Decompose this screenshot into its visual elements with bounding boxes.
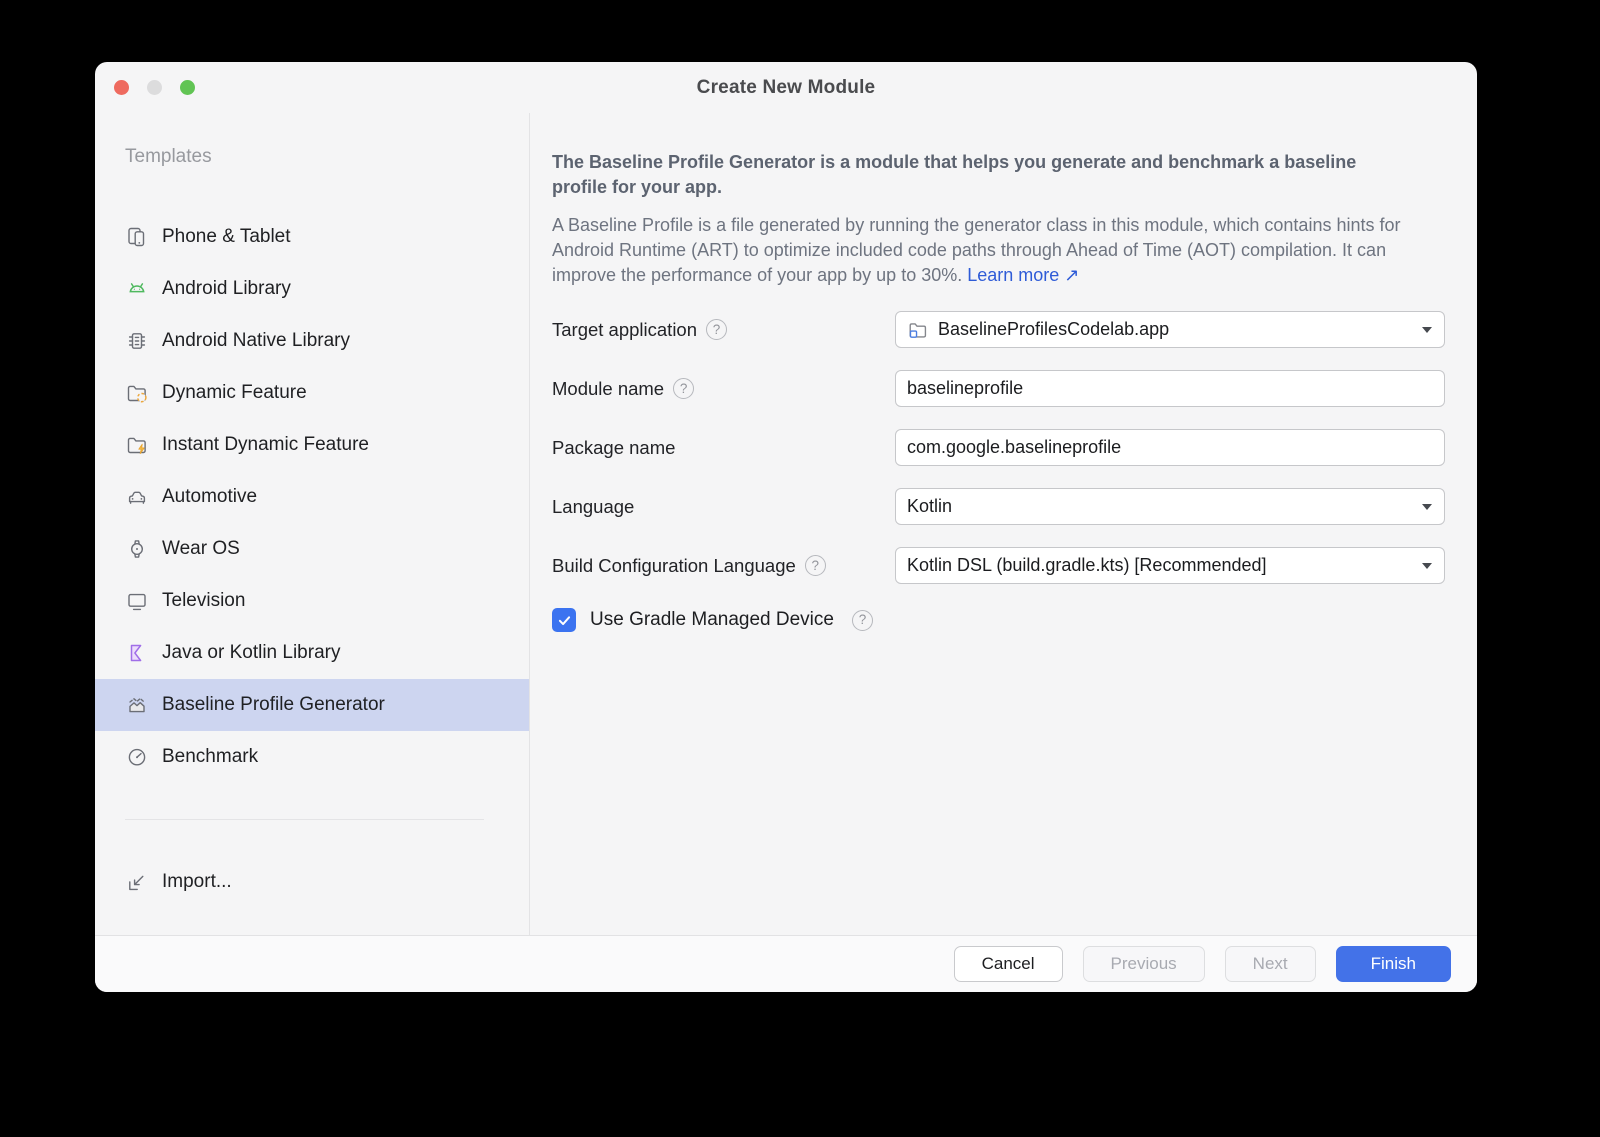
chevron-down-icon xyxy=(1422,327,1432,333)
tv-icon xyxy=(125,589,149,613)
template-description-body: A Baseline Profile is a file generated b… xyxy=(552,213,1414,288)
target-application-label: Target application ? xyxy=(552,319,895,341)
chevron-down-icon xyxy=(1422,504,1432,510)
build-config-value: Kotlin DSL (build.gradle.kts) [Recommend… xyxy=(907,555,1267,575)
build-config-label: Build Configuration Language ? xyxy=(552,555,895,577)
gradle-managed-device-checkbox[interactable] xyxy=(552,608,576,632)
create-new-module-dialog: Create New Module Templates Phone & Tabl… xyxy=(95,62,1477,992)
sidebar-item-android-native-library[interactable]: Android Native Library xyxy=(95,315,529,367)
templates-sidebar: Templates Phone & Tablet Android Library A… xyxy=(95,113,530,935)
language-value: Kotlin xyxy=(907,496,953,516)
traffic-lights xyxy=(114,80,195,95)
sidebar-item-label: Android Native Library xyxy=(162,330,350,351)
android-icon xyxy=(125,277,149,301)
help-icon[interactable]: ? xyxy=(673,378,695,399)
minimize-button[interactable] xyxy=(147,80,162,95)
car-icon xyxy=(125,485,149,509)
templates-header: Templates xyxy=(125,146,212,167)
sidebar-item-baseline-profile-generator[interactable]: Baseline Profile Generator xyxy=(95,679,529,731)
language-row: Language Kotlin xyxy=(552,488,1445,525)
sidebar-item-android-library[interactable]: Android Library xyxy=(95,263,529,315)
sidebar-item-label: Wear OS xyxy=(162,538,240,559)
title-bar: Create New Module xyxy=(95,62,1477,113)
previous-button[interactable]: Previous xyxy=(1082,946,1205,982)
sidebar-item-label: Baseline Profile Generator xyxy=(162,694,385,715)
watch-icon xyxy=(125,537,149,561)
sidebar-item-import[interactable]: Import... xyxy=(95,856,529,908)
sidebar-item-automotive[interactable]: Automotive xyxy=(95,471,529,523)
module-config-panel: The Baseline Profile Generator is a modu… xyxy=(530,113,1477,935)
sidebar-item-wear-os[interactable]: Wear OS xyxy=(95,523,529,575)
chevron-down-icon xyxy=(1422,563,1432,569)
build-config-dropdown[interactable]: Kotlin DSL (build.gradle.kts) [Recommend… xyxy=(895,547,1445,584)
sidebar-item-java-or-kotlin-library[interactable]: Java or Kotlin Library xyxy=(95,627,529,679)
language-dropdown[interactable]: Kotlin xyxy=(895,488,1445,525)
sidebar-item-label: Automotive xyxy=(162,486,258,507)
zoom-button[interactable] xyxy=(180,80,195,95)
check-icon xyxy=(558,615,570,625)
package-name-input[interactable] xyxy=(895,429,1445,466)
dynamic-feature-icon xyxy=(125,381,149,405)
import-icon xyxy=(125,870,149,894)
package-name-row: Package name xyxy=(552,429,1445,466)
sidebar-item-television[interactable]: Television xyxy=(95,575,529,627)
finish-button[interactable]: Finish xyxy=(1335,946,1451,982)
speedometer-icon xyxy=(125,745,149,769)
module-folder-icon xyxy=(907,319,929,341)
sidebar-divider xyxy=(125,819,484,820)
baseline-chart-icon xyxy=(125,693,149,717)
sidebar-item-dynamic-feature[interactable]: Dynamic Feature xyxy=(95,367,529,419)
module-name-label: Module name ? xyxy=(552,378,895,400)
sidebar-item-label: Dynamic Feature xyxy=(162,382,307,403)
cancel-button[interactable]: Cancel xyxy=(953,946,1063,982)
template-list: Phone & Tablet Android Library Android Nat… xyxy=(95,211,529,783)
target-application-dropdown[interactable]: BaselineProfilesCodelab.app xyxy=(895,311,1445,348)
external-link-icon: ↗ xyxy=(1064,265,1080,285)
learn-more-link[interactable]: Learn more ↗ xyxy=(967,265,1079,285)
import-label: Import... xyxy=(162,871,232,892)
module-name-row: Module name ? xyxy=(552,370,1445,407)
gradle-managed-device-row: Use Gradle Managed Device ? xyxy=(552,608,1445,632)
next-button[interactable]: Next xyxy=(1224,946,1316,982)
page-title: Create New Module xyxy=(696,76,876,98)
module-form: Target application ? BaselineProfilesCod… xyxy=(552,311,1445,632)
help-icon[interactable]: ? xyxy=(706,319,728,340)
module-name-input[interactable] xyxy=(895,370,1445,407)
sidebar-item-phone-tablet[interactable]: Phone & Tablet xyxy=(95,211,529,263)
instant-dynamic-feature-icon xyxy=(125,433,149,457)
build-config-row: Build Configuration Language ? Kotlin DS… xyxy=(552,547,1445,584)
template-description-title: The Baseline Profile Generator is a modu… xyxy=(552,152,1357,197)
sidebar-item-label: Instant Dynamic Feature xyxy=(162,434,369,455)
kotlin-icon xyxy=(125,641,149,665)
help-icon[interactable]: ? xyxy=(804,555,826,576)
close-button[interactable] xyxy=(114,80,129,95)
phone-tablet-icon xyxy=(125,225,149,249)
sidebar-item-benchmark[interactable]: Benchmark xyxy=(95,731,529,783)
sidebar-item-label: Android Library xyxy=(162,278,291,299)
target-application-value: BaselineProfilesCodelab.app xyxy=(938,319,1170,339)
help-icon[interactable]: ? xyxy=(851,609,873,631)
target-application-row: Target application ? BaselineProfilesCod… xyxy=(552,311,1445,348)
sidebar-item-label: Television xyxy=(162,590,246,611)
language-label: Language xyxy=(552,495,635,517)
package-name-label: Package name xyxy=(552,436,676,458)
chip-icon xyxy=(125,329,149,353)
sidebar-item-instant-dynamic-feature[interactable]: Instant Dynamic Feature xyxy=(95,419,529,471)
dialog-body: Templates Phone & Tablet Android Library A… xyxy=(95,113,1477,935)
dialog-footer: Cancel Previous Next Finish xyxy=(95,935,1477,992)
sidebar-item-label: Phone & Tablet xyxy=(162,226,291,247)
sidebar-item-label: Benchmark xyxy=(162,746,259,767)
gradle-managed-device-label: Use Gradle Managed Device xyxy=(590,609,834,630)
sidebar-item-label: Java or Kotlin Library xyxy=(162,642,341,663)
